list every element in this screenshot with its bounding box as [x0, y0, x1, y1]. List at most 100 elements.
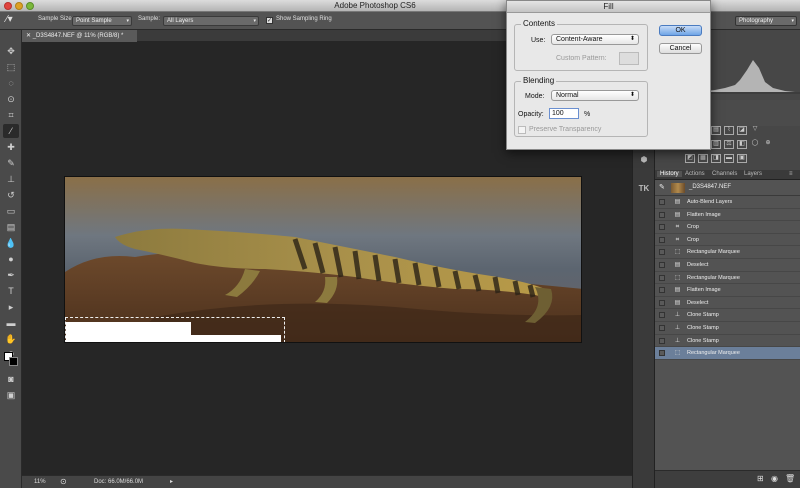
history-item[interactable]: ▤ Flatten Image: [655, 284, 800, 297]
tab-actions[interactable]: Actions: [685, 171, 705, 177]
trash-icon[interactable]: 🗑: [785, 474, 795, 483]
history-item[interactable]: ▤ Flatten Image: [655, 209, 800, 222]
pen-tool-icon[interactable]: ✒: [3, 268, 19, 282]
path-select-tool-icon[interactable]: ▸: [3, 300, 19, 314]
curves-adjustment-icon[interactable]: ⌇: [724, 126, 734, 135]
tab-history[interactable]: History: [657, 171, 682, 177]
close-window-button[interactable]: [4, 2, 12, 10]
selective-color-adjustment-icon[interactable]: ▣: [737, 154, 747, 163]
history-item[interactable]: ⊥ Clone Stamp: [655, 322, 800, 335]
history-brush-source-box[interactable]: [659, 224, 665, 231]
chevron-down-icon: ▾: [126, 18, 129, 24]
history-brush-source-box[interactable]: [659, 325, 665, 331]
history-brush-source-box[interactable]: [659, 312, 665, 319]
quick-select-tool-icon[interactable]: ⊙: [3, 92, 19, 106]
history-brush-source-box[interactable]: [659, 337, 665, 344]
background-color-swatch[interactable]: [9, 357, 18, 366]
invert-adjustment-icon[interactable]: ◩: [685, 154, 695, 163]
zoom-level[interactable]: 11%: [34, 479, 46, 485]
gradient-tool-icon[interactable]: ▤: [3, 220, 19, 234]
history-brush-source-box[interactable]: [659, 262, 665, 268]
clone-stamp-tool-icon[interactable]: ⊥: [3, 172, 19, 186]
quick-mask-icon[interactable]: ◙: [3, 372, 19, 386]
history-item[interactable]: ⌗ Crop: [655, 221, 800, 234]
posterize-adjustment-icon[interactable]: ▦: [698, 154, 708, 163]
shape-tool-icon[interactable]: ▬: [3, 316, 19, 330]
crop-tool-icon[interactable]: ⌗: [3, 108, 19, 122]
history-item[interactable]: ▤ Deselect: [655, 259, 800, 272]
blur-tool-icon[interactable]: 💧: [3, 236, 19, 250]
status-menu-arrow-icon[interactable]: ▸: [170, 478, 173, 485]
new-document-from-state-icon[interactable]: ⊞: [757, 474, 764, 483]
doc-icon: ▤: [674, 287, 681, 294]
history-item[interactable]: ⬚ Rectangular Marquee: [655, 246, 800, 259]
history-item[interactable]: ⌗ Crop: [655, 234, 800, 247]
hand-tool-icon[interactable]: ✋: [3, 332, 19, 346]
history-item[interactable]: ⊥ Clone Stamp: [655, 335, 800, 348]
brush-tool-icon[interactable]: ✎: [3, 156, 19, 170]
levels-adjustment-icon[interactable]: ▤: [711, 126, 721, 135]
history-item[interactable]: ▤ Deselect: [655, 297, 800, 310]
history-item[interactable]: ⬚ Rectangular Marquee: [655, 347, 800, 360]
eyedropper-tool-icon[interactable]: ⁄: [3, 124, 19, 138]
history-item[interactable]: ▤ Auto-Blend Layers: [655, 196, 800, 209]
opacity-input[interactable]: 100: [549, 108, 579, 119]
eyedropper-tool-preset-icon[interactable]: ⁄▾: [6, 14, 13, 25]
ok-button[interactable]: OK: [659, 25, 702, 36]
sample-size-dropdown[interactable]: Point Sample ▾: [72, 16, 132, 26]
dodge-tool-icon[interactable]: ●: [3, 252, 19, 266]
history-snapshot[interactable]: ✎ _D3S4847.NEF: [655, 180, 800, 196]
character-panel-icon[interactable]: TK: [636, 182, 652, 196]
history-brush-source-box[interactable]: [659, 299, 665, 306]
mode-label: Mode:: [525, 93, 545, 100]
color-balance-adjustment-icon[interactable]: ⚖: [724, 140, 734, 149]
tab-channels[interactable]: Channels: [712, 171, 737, 177]
create-snapshot-icon[interactable]: ◉: [771, 474, 778, 483]
history-brush-source-box[interactable]: [659, 287, 665, 294]
gradient-map-adjustment-icon[interactable]: ▬: [724, 154, 734, 163]
threshold-adjustment-icon[interactable]: ◨: [711, 154, 721, 163]
minimize-window-button[interactable]: [15, 2, 23, 10]
history-brush-source-icon[interactable]: ✎: [659, 183, 665, 191]
lasso-tool-icon[interactable]: ◌: [3, 76, 19, 90]
document-tab[interactable]: ✕ _D3S4847.NEF @ 11% (RGB/8) *: [22, 30, 137, 42]
history-brush-tool-icon[interactable]: ↺: [3, 188, 19, 202]
close-icon[interactable]: ✕: [26, 33, 33, 39]
history-brush-source-box[interactable]: [659, 199, 665, 205]
tab-layers[interactable]: Layers: [744, 171, 762, 177]
workspace-dropdown[interactable]: Photography ▾: [735, 16, 797, 26]
history-brush-source-box[interactable]: [659, 274, 665, 281]
info-icon[interactable]: ⊙: [60, 477, 67, 486]
healing-brush-tool-icon[interactable]: ✚: [3, 140, 19, 154]
vibrance-adjustment-icon[interactable]: ▽: [750, 126, 760, 135]
crocodile-photo[interactable]: [64, 176, 582, 343]
3d-panel-icon[interactable]: ⬢: [636, 153, 652, 167]
history-item[interactable]: ⬚ Rectangular Marquee: [655, 272, 800, 285]
marquee-icon: ⬚: [674, 249, 681, 256]
hue-saturation-adjustment-icon[interactable]: ▥: [711, 140, 721, 149]
history-item[interactable]: ⊥ Clone Stamp: [655, 309, 800, 322]
black-white-adjustment-icon[interactable]: ◧: [737, 140, 747, 149]
cancel-button[interactable]: Cancel: [659, 43, 702, 54]
eraser-tool-icon[interactable]: ▭: [3, 204, 19, 218]
history-brush-source-box[interactable]: [659, 350, 665, 357]
exposure-adjustment-icon[interactable]: ◪: [737, 126, 747, 135]
doc-size[interactable]: Doc: 66.0M/66.0M: [94, 479, 143, 485]
channel-mixer-adjustment-icon[interactable]: ⊕: [763, 140, 773, 149]
move-tool-icon[interactable]: ✥: [3, 44, 19, 58]
sample-dropdown[interactable]: All Layers ▾: [163, 16, 259, 26]
zoom-window-button[interactable]: [26, 2, 34, 10]
history-brush-source-box[interactable]: [659, 249, 665, 256]
photo-filter-adjustment-icon[interactable]: ◯: [750, 140, 760, 149]
rectangular-marquee-selection[interactable]: [65, 317, 285, 342]
screen-mode-icon[interactable]: ▣: [3, 388, 19, 402]
use-select[interactable]: Content-Aware ⬍: [551, 34, 639, 45]
marquee-tool-icon[interactable]: ⬚: [3, 60, 19, 74]
type-tool-icon[interactable]: T: [3, 284, 19, 298]
history-brush-source-box[interactable]: [659, 211, 665, 218]
mode-select[interactable]: Normal ⬍: [551, 90, 639, 101]
show-sampling-ring-checkbox[interactable]: ✓: [266, 17, 273, 24]
history-brush-source-box[interactable]: [659, 236, 665, 243]
panel-menu-icon[interactable]: ≡: [789, 171, 793, 177]
preserve-transparency-checkbox[interactable]: [518, 126, 526, 134]
